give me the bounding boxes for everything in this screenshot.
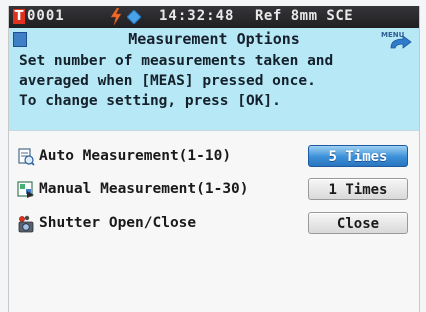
option-label: Shutter Open/Close xyxy=(39,215,197,231)
measurement-condition: Ref 8mm SCE xyxy=(255,8,354,24)
sample-target-icon: T xyxy=(13,9,25,24)
instruction-text: Set number of measurements taken and ave… xyxy=(19,53,334,109)
lightning-bolt-icon xyxy=(110,8,122,25)
page-title: Measurement Options xyxy=(128,30,300,48)
auto-measurement-value-button[interactable]: 5 Times xyxy=(308,145,408,167)
sample-number: 0001 xyxy=(27,8,65,24)
option-label: Manual Measurement(1-30) xyxy=(39,181,249,197)
shutter-icon xyxy=(18,215,34,233)
options-header: Measurement Options MENU Set number of m… xyxy=(9,28,419,130)
device-frame: T 0001 14:32:48 Ref 8mm SCE Measurement … xyxy=(0,0,426,312)
option-row-auto-measurement[interactable]: Auto Measurement(1-10) 5 Times xyxy=(9,145,419,171)
option-label: Auto Measurement(1-10) xyxy=(39,148,232,164)
screen: T 0001 14:32:48 Ref 8mm SCE Measurement … xyxy=(8,6,420,312)
option-row-manual-measurement[interactable]: Manual Measurement(1-30) 1 Times xyxy=(9,178,419,204)
return-arrow-icon xyxy=(390,36,412,49)
option-row-shutter[interactable]: Shutter Open/Close Close xyxy=(9,212,419,238)
manual-measurement-value-button[interactable]: 1 Times xyxy=(308,178,408,200)
auto-measurement-icon xyxy=(18,148,35,166)
status-bar: T 0001 14:32:48 Ref 8mm SCE xyxy=(9,6,419,28)
manual-measurement-icon xyxy=(17,181,34,198)
divider xyxy=(9,130,419,131)
shutter-value-button[interactable]: Close xyxy=(308,212,408,234)
clock-time: 14:32:48 xyxy=(159,8,235,24)
menu-return-button[interactable]: MENU xyxy=(381,31,415,49)
white-calibration-icon xyxy=(127,10,141,24)
